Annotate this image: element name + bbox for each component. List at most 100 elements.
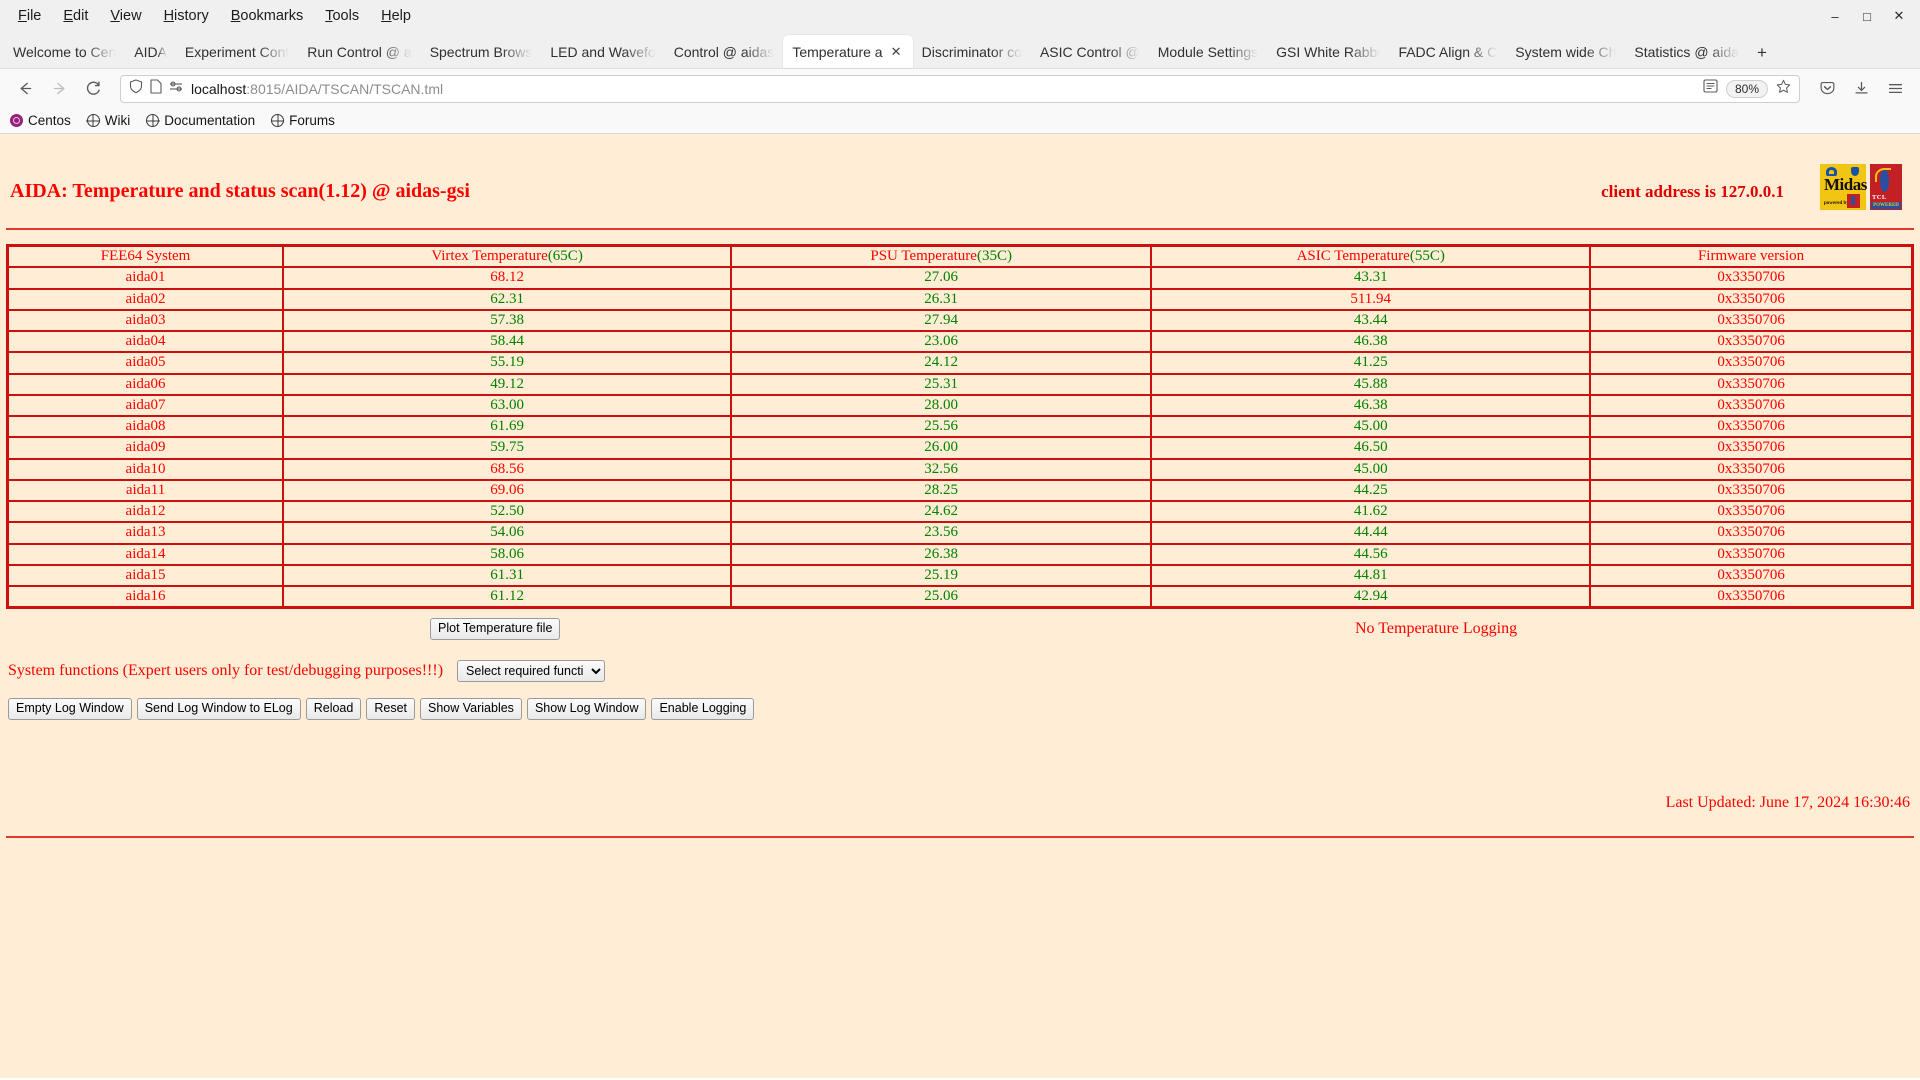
send-log-window-to-elog-button[interactable]: Send Log Window to ELog [136,698,301,720]
new-tab-button[interactable]: + [1748,38,1776,68]
page-content: AIDA: Temperature and status scan(1.12) … [0,134,1920,1078]
tab-label: Spectrum Brows [429,43,533,60]
show-variables-button[interactable]: Show Variables [420,698,522,720]
table-row: aida04 58.44 23.06 46.38 0x3350706 [6,329,1914,354]
cell-psu-temp: 28.00 [730,393,1153,418]
bookmark-label: Centos [28,113,71,128]
logging-status-text: No Temperature Logging [1355,620,1518,638]
browser-tab[interactable]: Run Control @ a [298,35,420,68]
reset-button[interactable]: Reset [366,698,415,720]
cell-firmware-version: 0x3350706 [1589,393,1914,418]
tab-label: Discriminator co [921,43,1022,60]
table-row: aida10 68.56 32.56 45.00 0x3350706 [6,457,1914,481]
show-log-window-button[interactable]: Show Log Window [526,698,647,720]
browser-tab[interactable]: Experiment Cont [176,35,298,68]
table-row: aida01 68.12 27.06 43.31 0x3350706 [6,266,1914,290]
cell-firmware-version: 0x3350706 [1589,563,1914,588]
browser-tab[interactable]: GSI White Rabbi [1267,35,1389,68]
bookmark-label: Documentation [164,113,256,128]
browser-tab[interactable]: Control @ aidas [665,35,784,68]
browser-tab-active[interactable]: Temperature a ✕ [783,35,913,68]
downloads-icon[interactable] [1846,75,1876,103]
bookmark-forums[interactable]: Forums [271,113,335,128]
cell-psu-temp: 24.12 [730,351,1153,375]
table-row: aida12 52.50 24.62 41.62 0x3350706 [6,499,1914,524]
tab-close-icon[interactable]: ✕ [889,44,904,59]
page-info-icon[interactable] [150,78,162,99]
cell-asic-temp: 45.88 [1150,372,1592,396]
browser-tab[interactable]: Welcome to Cen [4,35,125,68]
browser-tab[interactable]: ASIC Control @ [1031,35,1149,68]
minimize-icon[interactable]: – [1820,3,1850,29]
browser-tab[interactable]: System wide Ch [1506,35,1625,68]
reader-mode-icon[interactable] [1703,79,1718,98]
last-updated-text: Last Updated: June 17, 2024 16:30:46 [1665,794,1910,811]
bookmark-wiki[interactable]: Wiki [86,113,130,128]
cell-firmware-version: 0x3350706 [1589,308,1914,333]
threshold-value: (35C) [976,248,1012,264]
menu-edit[interactable]: Edit [53,4,98,28]
menu-file[interactable]: File [8,4,51,28]
cell-asic-temp: 43.31 [1150,266,1592,290]
bookmark-centos[interactable]: Centos [10,113,71,128]
close-icon[interactable]: ✕ [1884,3,1914,29]
cell-asic-temp: 46.38 [1150,393,1592,418]
tab-strip: Welcome to Cen AIDA Experiment Cont Run Con… [0,32,1920,68]
tab-label: System wide Ch [1515,43,1617,60]
reload-icon[interactable] [78,75,108,103]
tab-label: AIDA [134,43,167,60]
menu-view[interactable]: View [100,4,151,28]
app-menu-icon[interactable] [1880,75,1910,103]
url-text[interactable]: localhost:8015/AIDA/TSCAN/TSCAN.tml [191,81,1696,97]
empty-log-window-button[interactable]: Empty Log Window [8,698,132,720]
tracking-protection-icon[interactable] [169,80,184,98]
menu-tools[interactable]: Tools [315,4,369,28]
cell-firmware-version: 0x3350706 [1589,478,1914,503]
globe-icon [146,114,160,127]
cell-system-name: aida10 [6,457,285,481]
browser-tab[interactable]: AIDA [125,35,176,68]
menu-help[interactable]: Help [371,4,421,28]
browser-tab[interactable]: Module Settings [1149,35,1267,68]
url-host: localhost [191,80,247,97]
bookmark-documentation[interactable]: Documentation [146,113,255,128]
plot-temperature-file-button[interactable]: Plot Temperature file [430,618,561,640]
cell-asic-temp: 41.62 [1150,499,1592,524]
action-button-row: Empty Log Window Send Log Window to ELog R… [0,698,1920,720]
menu-history[interactable]: History [154,4,219,28]
browser-chrome: File Edit View History Bookmarks Tools Help – … [0,0,1920,134]
system-function-select[interactable]: Select required function [457,660,606,683]
zoom-level-badge[interactable]: 80% [1725,79,1768,98]
temperature-table-wrapper: FEE64 System Virtex Temperature(65C) PSU T… [0,244,1920,610]
shield-icon[interactable] [129,78,143,99]
cell-psu-temp: 25.19 [730,563,1153,588]
cell-psu-temp: 25.06 [730,585,1153,609]
browser-tab[interactable]: FADC Align & C [1389,35,1506,68]
browser-tab[interactable]: Statistics @ aida [1625,35,1747,68]
tab-label: Run Control @ a [307,43,412,60]
cell-asic-temp: 42.94 [1150,585,1592,609]
window-controls: – □ ✕ [1820,0,1914,32]
cell-asic-temp: 44.44 [1150,521,1592,545]
page-header: AIDA: Temperature and status scan(1.12) … [0,134,1920,220]
cell-firmware-version: 0x3350706 [1589,329,1914,354]
address-bar[interactable]: localhost:8015/AIDA/TSCAN/TSCAN.tml 80% [120,74,1800,103]
browser-tab[interactable]: LED and Wavefo [541,35,664,68]
cell-system-name: aida15 [6,563,285,588]
forward-icon[interactable] [44,75,74,103]
cell-system-name: aida08 [6,414,285,439]
browser-tab[interactable]: Spectrum Brows [421,35,542,68]
cell-virtex-temp: 55.19 [282,351,733,375]
maximize-icon[interactable]: □ [1852,3,1882,29]
pocket-icon[interactable] [1812,75,1842,103]
browser-tab[interactable]: Discriminator co [913,35,1031,68]
reload-button[interactable]: Reload [305,698,362,720]
column-header: PSU Temperature(35C) [730,244,1153,269]
enable-logging-button[interactable]: Enable Logging [651,698,755,720]
menu-bookmarks[interactable]: Bookmarks [221,4,314,28]
tcl-logo-icon: TCL POWERED [1870,164,1902,210]
cell-virtex-temp: 61.31 [282,563,733,588]
cell-asic-temp: 511.94 [1150,287,1592,311]
bookmark-star-icon[interactable] [1776,79,1791,99]
back-icon[interactable] [10,75,40,103]
